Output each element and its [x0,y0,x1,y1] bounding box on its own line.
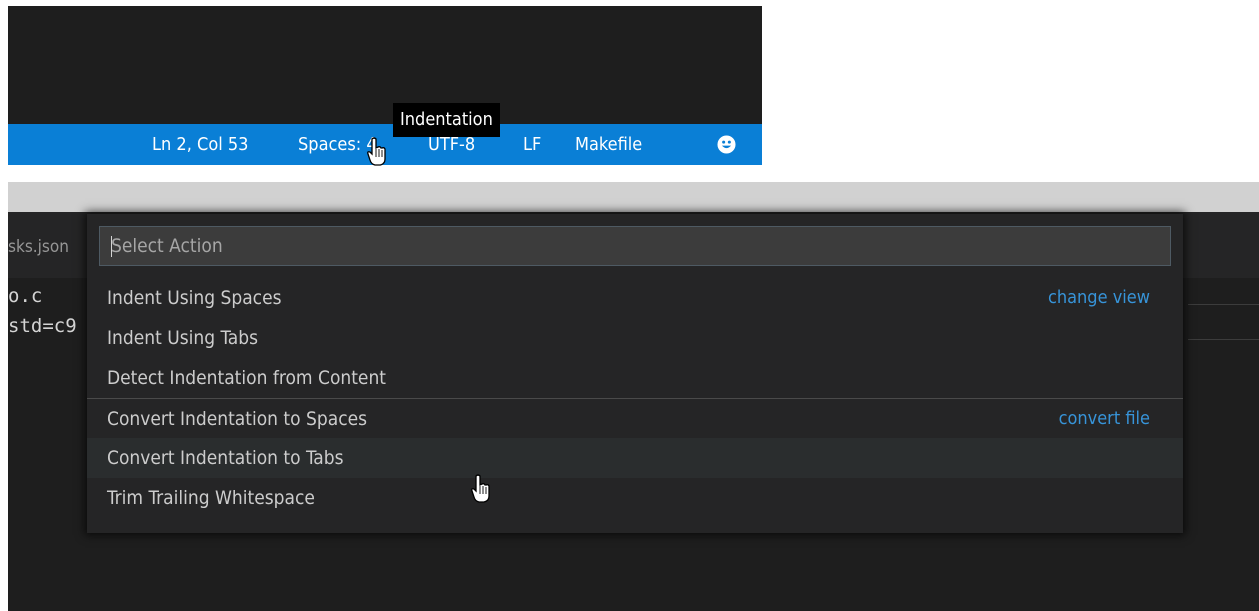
hand-cursor-icon [471,474,490,503]
action-label: Indent Using Spaces [107,287,282,309]
quick-pick-screenshot: sks.json o.c std=c9 Select Action Indent… [8,182,1259,611]
action-detect-indentation[interactable]: Detect Indentation from Content [87,358,1183,398]
hand-cursor-icon [367,137,386,166]
line-column-indicator[interactable]: Ln 2, Col 53 [152,124,248,165]
smiley-icon[interactable] [717,135,736,154]
language-mode-indicator[interactable]: Makefile [575,124,642,165]
action-indent-using-tabs[interactable]: Indent Using Tabs [87,318,1183,358]
indentation-indicator[interactable]: Spaces: 4 [298,124,377,165]
editor-divider [1188,339,1259,340]
status-bar-screenshot: Ln 2, Col 53 Spaces: 4 UTF-8 LF Makefile… [8,6,762,166]
text-caret [111,236,112,257]
editor-tab[interactable]: sks.json [8,237,69,257]
action-convert-indentation-to-tabs[interactable]: Convert Indentation to Tabs [87,438,1183,478]
code-line: o.c [8,285,43,307]
action-indent-using-spaces[interactable]: Indent Using Spaces change view [87,278,1183,318]
action-trim-trailing-whitespace[interactable]: Trim Trailing Whitespace [87,478,1183,518]
action-label: Trim Trailing Whitespace [107,487,315,509]
action-convert-indentation-to-spaces[interactable]: Convert Indentation to Spaces convert fi… [87,398,1183,438]
code-line: std=c9 [8,315,77,337]
action-label: Indent Using Tabs [107,327,259,349]
quick-pick-list: Indent Using Spaces change view Indent U… [87,278,1183,518]
group-label: change view [1047,287,1150,308]
editor-divider [1188,304,1259,305]
action-label: Convert Indentation to Tabs [107,447,344,469]
indentation-tooltip: Indentation [393,103,500,137]
eol-indicator[interactable]: LF [523,124,541,165]
action-label: Convert Indentation to Spaces [107,408,368,430]
action-label: Detect Indentation from Content [107,367,386,389]
quick-pick-placeholder: Select Action [111,235,223,257]
title-bar [8,182,1259,212]
quick-pick-widget: Select Action Indent Using Spaces change… [87,214,1183,533]
group-label: convert file [1058,408,1150,429]
quick-pick-input[interactable]: Select Action [99,226,1171,266]
